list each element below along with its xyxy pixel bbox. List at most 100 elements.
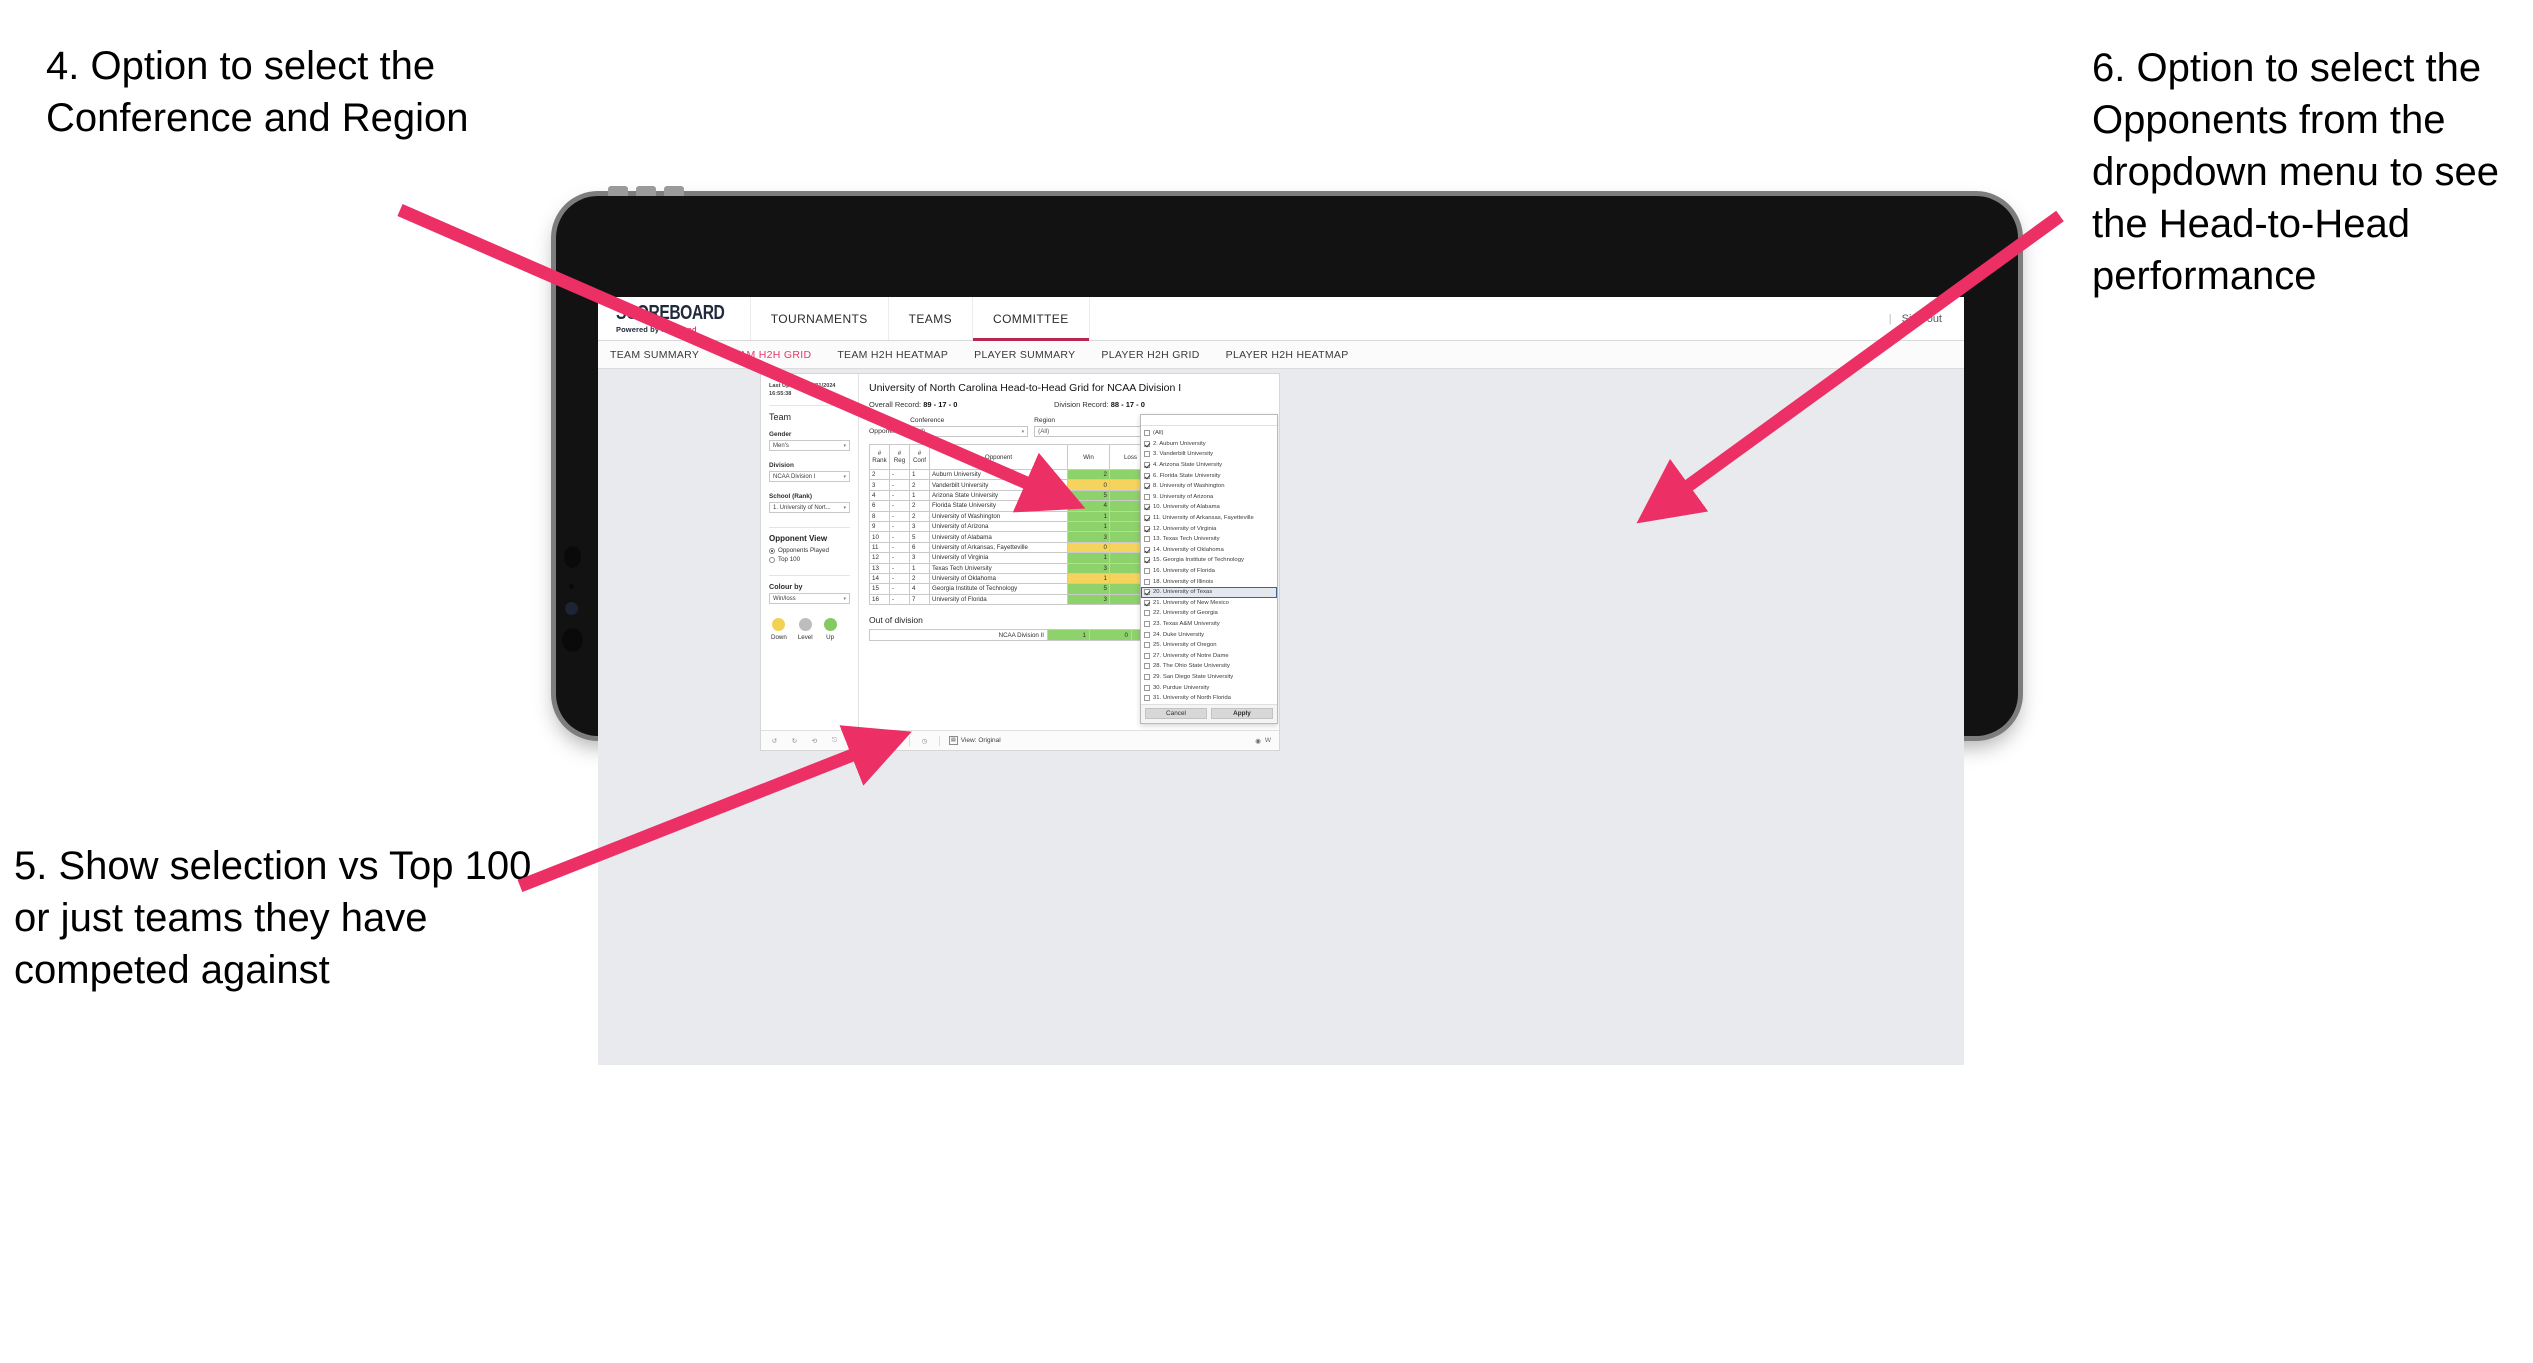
checkbox-icon[interactable] bbox=[1144, 589, 1150, 596]
subnav-item-player-h2h-grid[interactable]: PLAYER H2H GRID bbox=[1101, 349, 1199, 361]
table-row[interactable]: 12-3University of Virginia10 bbox=[869, 552, 1168, 564]
checkbox-icon[interactable] bbox=[1144, 504, 1150, 511]
opponent-list-item[interactable]: 31. University of North Florida bbox=[1141, 693, 1277, 704]
opponent-list-item[interactable]: 27. University of Notre Dame bbox=[1141, 650, 1277, 661]
checkbox-icon[interactable] bbox=[1144, 684, 1150, 691]
col-header-conf[interactable]: # Conf bbox=[909, 444, 930, 470]
gender-select[interactable]: Men's ▾ bbox=[769, 440, 850, 452]
checkbox-icon[interactable] bbox=[1144, 430, 1150, 437]
col-header-opponent[interactable]: Opponent bbox=[929, 444, 1068, 470]
checkbox-icon[interactable] bbox=[1144, 631, 1150, 638]
checkbox-icon[interactable] bbox=[1144, 695, 1150, 702]
opponent-list-item[interactable]: 13. Texas Tech University bbox=[1141, 534, 1277, 545]
watch-icon[interactable]: ◉ bbox=[1255, 737, 1261, 745]
opponent-list-item[interactable]: 18. University of Illinois bbox=[1141, 576, 1277, 587]
opponent-list-item[interactable]: 15. Georgia Institute of Technology bbox=[1141, 555, 1277, 566]
table-row[interactable]: 3-2Vanderbilt University04 bbox=[869, 479, 1168, 491]
checkbox-icon[interactable] bbox=[1144, 472, 1150, 479]
opponent-list-item[interactable]: 25. University of Oregon bbox=[1141, 640, 1277, 651]
checkbox-icon[interactable] bbox=[1144, 568, 1150, 575]
opponent-list-item[interactable]: 9. University of Arizona bbox=[1141, 492, 1277, 503]
checkbox-icon[interactable] bbox=[1144, 620, 1150, 627]
checkbox-icon[interactable] bbox=[1144, 642, 1150, 649]
checkbox-icon[interactable] bbox=[1144, 599, 1150, 606]
radio-opponents-played[interactable]: Opponents Played bbox=[769, 547, 850, 554]
subnav-item-player-summary[interactable]: PLAYER SUMMARY bbox=[974, 349, 1075, 361]
checkbox-icon[interactable] bbox=[1144, 673, 1150, 680]
volume-up-button[interactable] bbox=[608, 186, 628, 196]
table-row[interactable]: 13-1Texas Tech University30 bbox=[869, 562, 1168, 574]
table-row[interactable]: 8-2University of Washington10 bbox=[869, 510, 1168, 522]
opponent-search-input[interactable] bbox=[1141, 415, 1277, 426]
apply-button[interactable]: Apply bbox=[1211, 708, 1273, 720]
chevron-down-icon[interactable]: ▾ bbox=[889, 735, 900, 746]
checkbox-icon[interactable] bbox=[1144, 483, 1150, 490]
opponent-list-item[interactable]: 29. San Diego State University bbox=[1141, 672, 1277, 683]
checkbox-icon[interactable] bbox=[1144, 610, 1150, 617]
school-rank-select[interactable]: 1. University of Nort... ▾ bbox=[769, 502, 850, 514]
cancel-button[interactable]: Cancel bbox=[1145, 708, 1207, 720]
conference-select[interactable]: (All) ▾ bbox=[910, 426, 1029, 437]
checkbox-icon[interactable] bbox=[1144, 440, 1150, 447]
table-row[interactable]: 16-7University of Florida31 bbox=[869, 593, 1168, 606]
table-row[interactable]: 2-1Auburn University21 bbox=[869, 468, 1168, 481]
table-row[interactable]: 14-2University of Oklahoma12 bbox=[869, 572, 1168, 585]
checkbox-icon[interactable] bbox=[1144, 451, 1150, 458]
opponent-list-item[interactable]: 12. University of Virginia bbox=[1141, 523, 1277, 534]
view-original-button[interactable]: ▤ View: Original bbox=[949, 736, 1001, 745]
checkbox-icon[interactable] bbox=[1144, 536, 1150, 543]
region-select[interactable]: (All) ▾ bbox=[1034, 426, 1153, 437]
opponent-list-item[interactable]: 14. University of Oklahoma bbox=[1141, 545, 1277, 556]
checkbox-icon[interactable] bbox=[1144, 515, 1150, 522]
share-icon[interactable]: ⇨ bbox=[869, 735, 880, 746]
opponent-list-item[interactable]: 11. University of Arkansas, Fayetteville bbox=[1141, 513, 1277, 524]
topnav-item-committee[interactable]: COMMITTEE bbox=[973, 297, 1090, 341]
opponent-list-item[interactable]: 3. Vanderbilt University bbox=[1141, 449, 1277, 460]
opponent-list-item[interactable]: 16. University of Florida bbox=[1141, 566, 1277, 577]
topnav-item-tournaments[interactable]: TOURNAMENTS bbox=[751, 297, 889, 340]
home-button[interactable] bbox=[562, 628, 583, 652]
revert-icon[interactable]: ⟲ bbox=[809, 735, 820, 746]
opponent-list-item[interactable]: 8. University of Washington bbox=[1141, 481, 1277, 492]
checkbox-icon[interactable] bbox=[1144, 493, 1150, 500]
table-row[interactable]: 9-3University of Arizona10 bbox=[869, 520, 1168, 533]
table-row[interactable]: 10-5University of Alabama30 bbox=[869, 531, 1168, 543]
subnav-item-player-h2h-heatmap[interactable]: PLAYER H2H HEATMAP bbox=[1226, 349, 1349, 361]
opponent-list-item[interactable]: 23. Texas A&M University bbox=[1141, 619, 1277, 630]
volume-down-button[interactable] bbox=[636, 186, 656, 196]
opponent-list-item[interactable]: (All) bbox=[1141, 428, 1277, 439]
opponent-list-item[interactable]: 22. University of Georgia bbox=[1141, 608, 1277, 619]
table-row[interactable]: 15-4Georgia Institute of Technology50 bbox=[869, 583, 1168, 595]
opponent-list-item[interactable]: 21. University of New Mexico bbox=[1141, 598, 1277, 609]
table-row[interactable]: 4-1Arizona State University51 bbox=[869, 489, 1168, 502]
col-header-rank[interactable]: # Rank bbox=[869, 444, 890, 470]
refresh-icon[interactable]: ⎋ bbox=[829, 735, 840, 746]
checkbox-icon[interactable] bbox=[1144, 663, 1150, 670]
checkbox-icon[interactable] bbox=[1144, 462, 1150, 469]
checkbox-icon[interactable] bbox=[1144, 525, 1150, 532]
opponent-list-item[interactable]: 24. Duke University bbox=[1141, 629, 1277, 640]
topnav-item-teams[interactable]: TEAMS bbox=[889, 297, 973, 340]
redo-icon[interactable]: ↻ bbox=[789, 735, 800, 746]
opponent-list-item[interactable]: 10. University of Alabama bbox=[1141, 502, 1277, 513]
opponent-list-item[interactable]: 2. Auburn University bbox=[1141, 439, 1277, 450]
subnav-item-team-h2h-grid[interactable]: TEAM H2H GRID bbox=[725, 349, 811, 361]
checkbox-icon[interactable] bbox=[1144, 557, 1150, 564]
undo-icon[interactable]: ↺ bbox=[769, 735, 780, 746]
radio-top-100[interactable]: Top 100 bbox=[769, 556, 850, 563]
subnav-item-team-summary[interactable]: TEAM SUMMARY bbox=[610, 349, 699, 361]
opponent-list-item[interactable]: 30. Purdue University bbox=[1141, 682, 1277, 693]
opponent-list-item[interactable]: 4. Arizona State University bbox=[1141, 460, 1277, 471]
checkbox-icon[interactable] bbox=[1144, 578, 1150, 585]
power-button[interactable] bbox=[664, 186, 684, 196]
brand-logo[interactable]: SCOREBOARD Powered by Hytegood bbox=[598, 297, 751, 340]
col-header-win[interactable]: Win bbox=[1067, 444, 1110, 470]
table-row[interactable]: 11-6 University of Arkansas, Fayetteville… bbox=[869, 541, 1168, 554]
checkbox-icon[interactable] bbox=[1144, 546, 1150, 553]
opponent-list-item[interactable]: 6. Florida State University bbox=[1141, 470, 1277, 481]
opponent-list-item[interactable]: 28. The Ohio State University bbox=[1141, 661, 1277, 672]
pause-icon[interactable]: ⏸ bbox=[849, 735, 860, 746]
sign-out-link[interactable]: Sign out bbox=[1902, 313, 1942, 325]
col-header-reg[interactable]: # Reg bbox=[889, 444, 910, 470]
colour-by-select[interactable]: Win/loss ▾ bbox=[769, 593, 850, 605]
